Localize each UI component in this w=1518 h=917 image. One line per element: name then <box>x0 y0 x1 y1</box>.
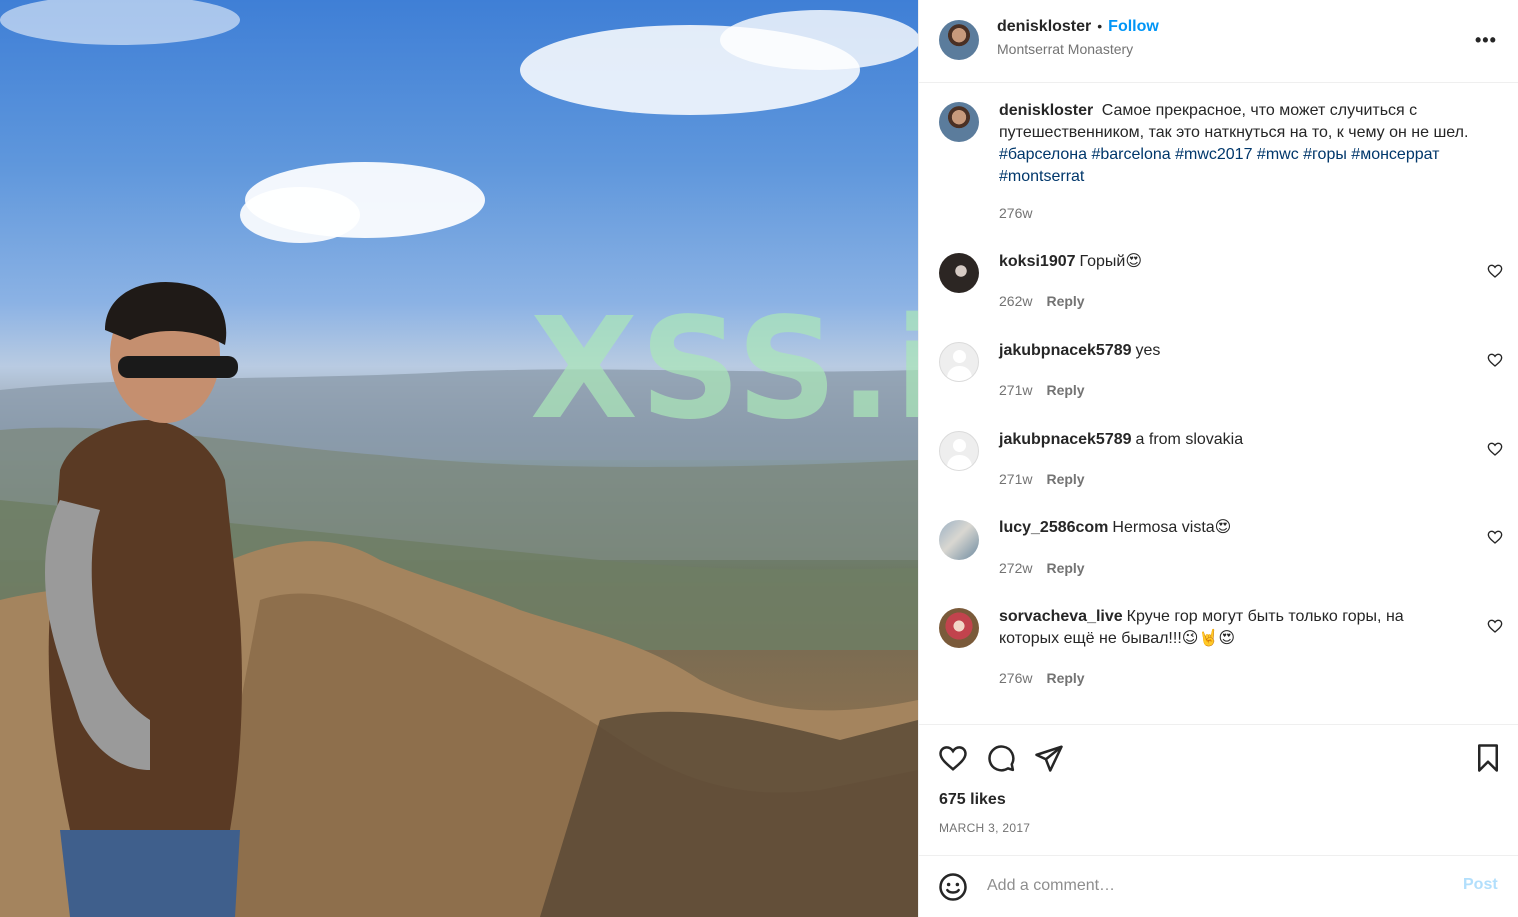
comment-avatar[interactable] <box>939 431 979 471</box>
comment-avatar[interactable] <box>939 253 979 293</box>
reply-button[interactable]: Reply <box>1046 471 1084 487</box>
comment-text: a from slovakia <box>1135 431 1244 448</box>
author-username[interactable]: deniskloster <box>997 18 1091 35</box>
hashtag[interactable]: #монсеррат <box>1351 146 1439 163</box>
emoji-icon[interactable] <box>938 872 968 902</box>
bookmark-icon[interactable] <box>1473 743 1503 773</box>
comment-text: yes <box>1135 342 1161 359</box>
comment-body: koksi1907 Горый😍 <box>999 251 1469 273</box>
post-side-panel: deniskloster • Follow Montserrat Monastery… <box>918 0 1518 917</box>
comment-icon[interactable] <box>986 743 1016 773</box>
comment-like-heart-icon[interactable] <box>1487 529 1503 545</box>
comment-username[interactable]: jakubpnacek5789 <box>999 431 1132 448</box>
comment-username[interactable]: lucy_2586com <box>999 519 1108 536</box>
reply-button[interactable]: Reply <box>1046 560 1084 576</box>
action-bar: 675 likes MARCH 3, 2017 <box>919 724 1518 855</box>
author-avatar[interactable] <box>939 20 979 60</box>
comment-body: jakubpnacek5789 yes <box>999 340 1469 362</box>
comment-age[interactable]: 271w <box>999 382 1032 398</box>
separator-dot: • <box>1097 18 1103 34</box>
hashtag[interactable]: #mwc <box>1257 146 1299 163</box>
caption-age[interactable]: 276w <box>999 205 1032 221</box>
hashtag[interactable]: #montserrat <box>999 168 1084 185</box>
post-photo[interactable]: XSS.is <box>0 0 918 917</box>
hashtag[interactable]: #barcelona <box>1091 146 1170 163</box>
add-comment-bar: Post <box>919 855 1518 917</box>
comment-meta: 276w Reply <box>999 670 1085 686</box>
reply-button[interactable]: Reply <box>1046 382 1084 398</box>
photo-landscape <box>0 0 918 917</box>
comment-avatar[interactable] <box>939 342 979 382</box>
comment-body: lucy_2586com Hermosa vista😍 <box>999 517 1469 539</box>
comment-body: sorvacheva_live Круче гор могут быть толь… <box>999 606 1459 650</box>
comment-text: Hermosa vista😍 <box>1112 519 1232 536</box>
reply-button[interactable]: Reply <box>1046 670 1084 686</box>
share-icon[interactable] <box>1034 743 1064 773</box>
hashtag[interactable]: #mwc2017 <box>1175 146 1252 163</box>
heart-icon[interactable] <box>938 743 968 773</box>
comment-age[interactable]: 271w <box>999 471 1032 487</box>
hashtag[interactable]: #горы <box>1303 146 1347 163</box>
comment-like-heart-icon[interactable] <box>1487 352 1503 368</box>
comment-username[interactable]: sorvacheva_live <box>999 608 1123 625</box>
post-date[interactable]: MARCH 3, 2017 <box>939 821 1030 835</box>
follow-button[interactable]: Follow <box>1108 18 1159 35</box>
caption-username[interactable]: deniskloster <box>999 102 1093 119</box>
post-header: deniskloster • Follow Montserrat Monastery… <box>919 0 1518 83</box>
reply-button[interactable]: Reply <box>1046 293 1084 309</box>
comment-age[interactable]: 272w <box>999 560 1032 576</box>
watermark: XSS.is <box>530 288 918 451</box>
comment-text: Горый😍 <box>1079 253 1143 270</box>
comment-body: jakubpnacek5789 a from slovakia <box>999 429 1469 451</box>
location-link[interactable]: Montserrat Monastery <box>997 41 1133 57</box>
comment-meta: 272w Reply <box>999 560 1085 576</box>
comment-like-heart-icon[interactable] <box>1487 441 1503 457</box>
more-icon[interactable]: ••• <box>1475 30 1497 51</box>
comments-list[interactable]: deniskloster Самое прекрасное, что может… <box>919 84 1518 724</box>
comment-like-heart-icon[interactable] <box>1487 263 1503 279</box>
comment-meta: 271w Reply <box>999 471 1085 487</box>
like-count[interactable]: 675 likes <box>939 791 1006 809</box>
comment-meta: 271w Reply <box>999 382 1085 398</box>
hashtag[interactable]: #барселона <box>999 146 1087 163</box>
comment-username[interactable]: jakubpnacek5789 <box>999 342 1132 359</box>
post-comment-button[interactable]: Post <box>1463 876 1498 894</box>
comment-meta: 262w Reply <box>999 293 1085 309</box>
comment-username[interactable]: koksi1907 <box>999 253 1076 270</box>
comment-avatar[interactable] <box>939 608 979 648</box>
caption: deniskloster Самое прекрасное, что может… <box>999 100 1469 188</box>
comment-like-heart-icon[interactable] <box>1487 618 1503 634</box>
caption-avatar[interactable] <box>939 102 979 142</box>
author-line: deniskloster • Follow <box>997 18 1159 36</box>
comment-age[interactable]: 276w <box>999 670 1032 686</box>
comment-input[interactable] <box>987 874 1437 898</box>
comment-age[interactable]: 262w <box>999 293 1032 309</box>
comment-avatar[interactable] <box>939 520 979 560</box>
